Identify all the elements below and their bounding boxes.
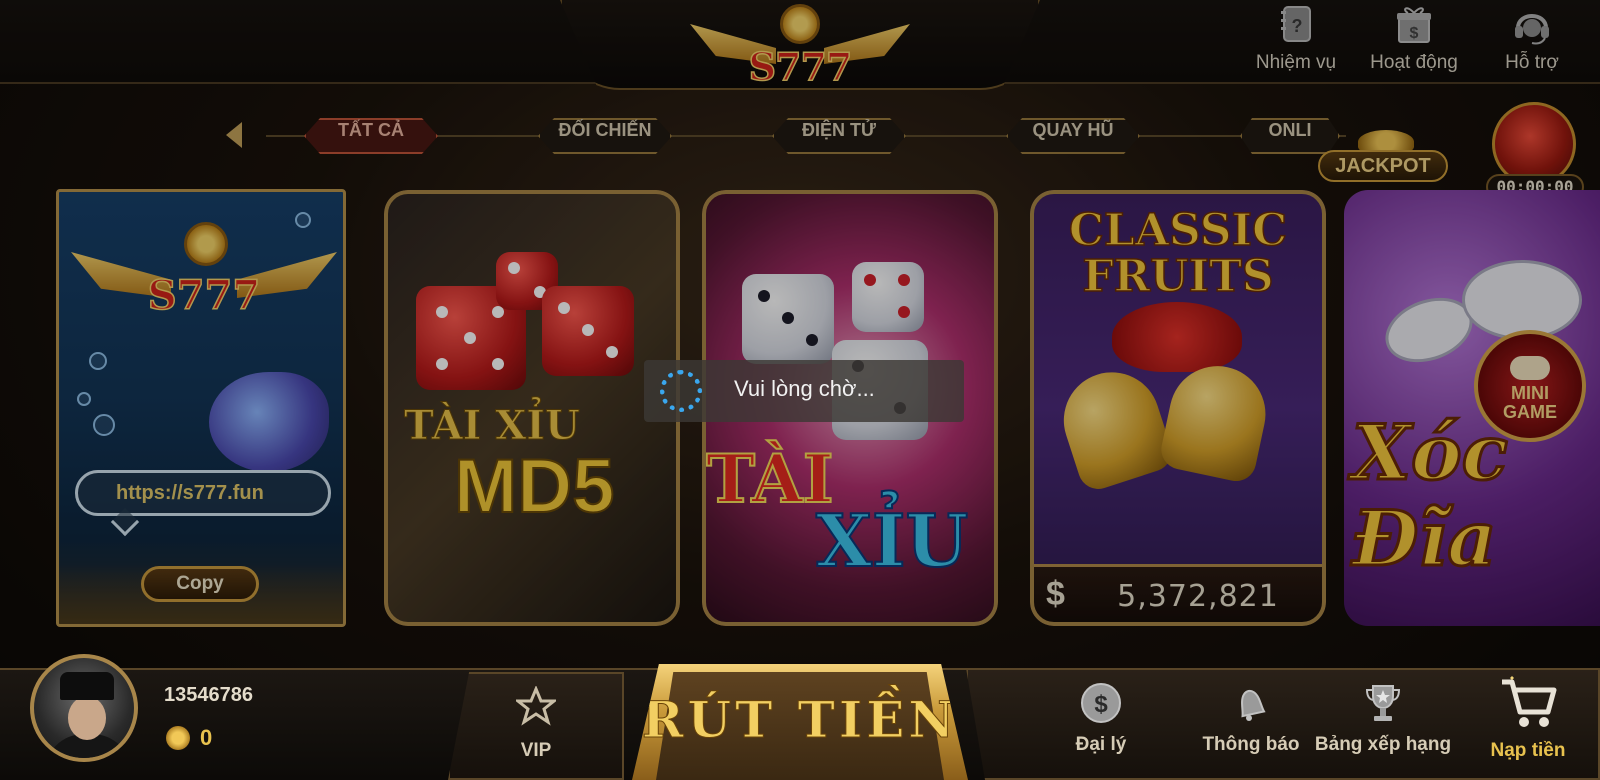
avatar-face <box>68 696 106 740</box>
mini-game-badge[interactable]: MINI GAME <box>1474 330 1586 442</box>
agent-button[interactable]: $ Đại lý <box>1046 682 1156 756</box>
coin-icon <box>166 726 190 750</box>
game-card-xoc-dia[interactable]: Xóc Đĩa MINI GAME <box>1344 190 1600 626</box>
bell-icon <box>1241 689 1266 721</box>
mini-game-line2: GAME <box>1503 402 1557 422</box>
tab-all[interactable]: TẤT CẢ <box>304 118 438 154</box>
svg-text:$: $ <box>1410 25 1419 42</box>
vip-button[interactable]: VIP <box>448 672 624 780</box>
tab-electronic[interactable]: ĐIỆN TỬ <box>772 118 906 154</box>
bowl-chip-icon <box>1462 260 1582 340</box>
headset-icon <box>1515 14 1549 45</box>
logo-emblem-icon <box>780 4 820 44</box>
user-balance: 0 <box>200 725 213 750</box>
avatar-hat <box>60 672 114 700</box>
logo-text: S777 <box>748 43 853 90</box>
agent-label: Đại lý <box>1075 734 1127 755</box>
support-label: Hỗ trợ <box>1505 52 1559 73</box>
deposit-button[interactable]: Nạp tiền <box>1476 676 1580 762</box>
trophy-icon <box>1365 685 1401 721</box>
jackpot-label: JACKPOT <box>1318 150 1448 182</box>
svg-text:$: $ <box>1094 691 1108 718</box>
svg-text:?: ? <box>1292 16 1303 36</box>
bubble-icon <box>93 414 115 436</box>
leaderboard-label: Bảng xếp hạng <box>1314 734 1452 755</box>
promo-card: S777 https://s777.fun Copy <box>56 189 346 627</box>
fish-character-icon <box>209 372 329 472</box>
gift-timer-button[interactable]: 00:00:00 <box>1486 102 1584 200</box>
game-card-classic-fruits[interactable]: CLASSIC FRUITS $ 5,372,821 <box>1030 190 1326 626</box>
mini-game-line1: MINI <box>1511 383 1549 403</box>
spinner-icon <box>660 370 702 412</box>
quest-button[interactable]: ? Nhiệm vụ <box>1248 4 1344 74</box>
xoc-dia-title: Xóc Đĩa <box>1351 408 1510 583</box>
loading-text: Vui lòng chờ... <box>734 376 875 401</box>
tabs-prev-arrow-icon[interactable] <box>226 122 242 148</box>
bubble-icon <box>89 352 107 370</box>
deposit-label: Nạp tiền <box>1490 740 1566 761</box>
bubble-icon <box>295 212 311 228</box>
notifications-label: Thông báo <box>1202 734 1300 755</box>
leaderboard-button[interactable]: Bảng xếp hạng <box>1310 682 1456 756</box>
activity-label: Hoạt động <box>1370 52 1458 73</box>
bubble-icon <box>77 392 91 406</box>
category-tabs: TẤT CẢ ĐỐI CHIẾN ĐIỆN TỬ QUAY HŨ ONLI <box>226 118 1346 154</box>
withdraw-button[interactable]: RÚT TIỀN <box>632 664 968 780</box>
user-id: 13546786 <box>164 684 253 706</box>
jackpot-button[interactable]: JACKPOT <box>1318 130 1448 186</box>
promo-url: https://s777.fun <box>75 470 331 516</box>
gamepad-icon <box>1510 356 1550 380</box>
copy-button[interactable]: Copy <box>141 566 259 602</box>
quest-book-icon: ? <box>1281 6 1311 42</box>
promo-logo: S777 <box>71 222 337 342</box>
activity-button[interactable]: $ Hoạt động <box>1366 4 1462 74</box>
withdraw-label: RÚT TIỀN <box>641 690 959 750</box>
vip-label: VIP <box>520 740 552 761</box>
dollar-coin-icon: $ <box>1081 683 1121 723</box>
app-logo: S777 <box>690 2 910 92</box>
star-icon <box>513 685 559 726</box>
notifications-button[interactable]: Thông báo <box>1196 682 1306 756</box>
tab-slots[interactable]: QUAY HŨ <box>1006 118 1140 154</box>
shopping-cart-icon <box>1502 676 1557 727</box>
loading-toast: Vui lòng chờ... <box>644 360 964 422</box>
card-frame <box>1030 190 1326 626</box>
game-card-taixiu-md5[interactable]: TÀI XỈU MD5 <box>384 190 680 626</box>
card-frame <box>384 190 680 626</box>
support-button[interactable]: Hỗ trợ <box>1484 4 1580 74</box>
quest-label: Nhiệm vụ <box>1255 52 1337 73</box>
avatar[interactable] <box>30 654 138 762</box>
promo-logo-text: S777 <box>147 271 261 320</box>
promo-logo-emblem-icon <box>184 222 228 266</box>
top-actions: ? Nhiệm vụ $ Hoạt động Hỗ trợ <box>1248 4 1580 74</box>
gift-box-icon: $ <box>1397 7 1431 43</box>
tab-versus[interactable]: ĐỐI CHIẾN <box>538 118 672 154</box>
